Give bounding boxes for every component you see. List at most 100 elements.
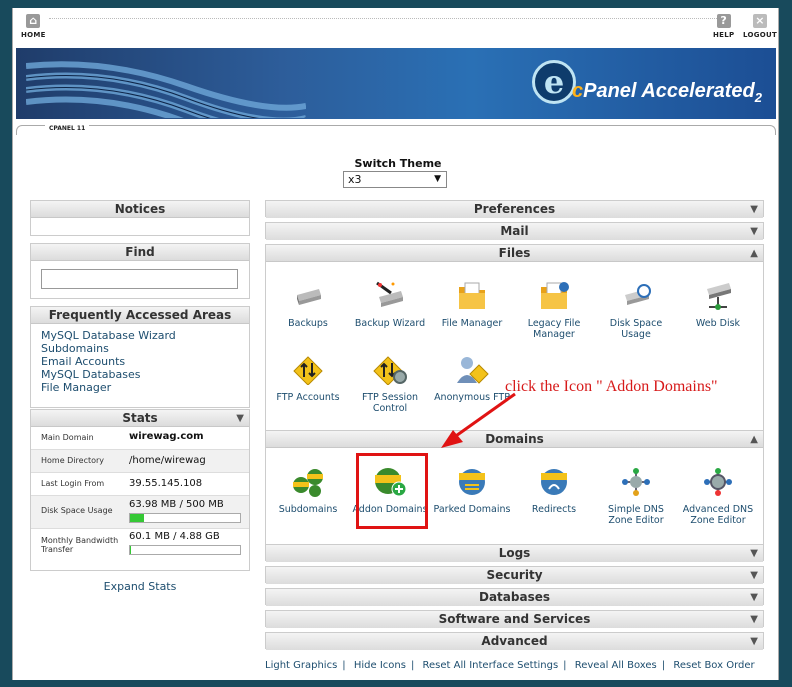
theme-label: Switch Theme: [354, 157, 442, 170]
collapse-arrow-icon: ▲: [750, 248, 758, 259]
home-icon: ⌂: [26, 14, 41, 28]
disk-usage-icon: [625, 284, 651, 305]
theme-select[interactable]: x3 ▼: [343, 171, 447, 188]
section-logs[interactable]: Logs ▼: [265, 544, 764, 562]
expand-arrow-icon: ▼: [750, 592, 758, 603]
faa-link[interactable]: MySQL Databases: [41, 368, 239, 381]
horizontal-scrollbar[interactable]: [0, 680, 792, 687]
expand-arrow-icon: ▼: [750, 204, 758, 215]
version-bar: CPANEL 11: [16, 125, 776, 135]
redirects-icon: [541, 469, 567, 495]
simple-dns-zone-editor-item[interactable]: Simple DNS Zone Editor: [595, 467, 677, 526]
notices-box: Notices: [30, 200, 250, 236]
server-cables-image: [26, 61, 306, 118]
help-link[interactable]: ? HELP: [713, 14, 734, 39]
parked-domains-item[interactable]: Parked Domains: [431, 467, 513, 515]
notices-header[interactable]: Notices: [31, 201, 249, 218]
nav-divider: [49, 18, 717, 19]
reset-settings-link[interactable]: Reset All Interface Settings: [423, 660, 559, 671]
dropdown-arrow-icon: ▼: [434, 174, 441, 184]
reveal-boxes-link[interactable]: Reveal All Boxes: [575, 660, 657, 671]
top-nav: ⌂ HOME ? HELP × LOGOUT: [13, 8, 778, 48]
disk-usage-fill: [130, 514, 145, 522]
file-manager-item[interactable]: File Manager: [431, 281, 513, 329]
section-software[interactable]: Software and Services ▼: [265, 610, 764, 628]
ftp-accounts-item[interactable]: FTP Accounts: [267, 355, 349, 403]
backup-wizard-item[interactable]: Backup Wizard: [349, 281, 431, 329]
cpanel-banner: e cPanel Accelerated2: [16, 48, 776, 119]
hide-icons-link[interactable]: Hide Icons: [354, 660, 406, 671]
dns-zone-icon: [622, 468, 650, 496]
expand-arrow-icon: ▼: [750, 548, 758, 559]
faa-list: MySQL Database Wizard Subdomains Email A…: [31, 324, 249, 399]
ftp-accounts-icon: [293, 356, 323, 386]
advanced-dns-zone-icon: [704, 468, 732, 496]
backups-item[interactable]: Backups: [267, 281, 349, 329]
stats-table: Main Domain wirewag.com Home Directory /…: [31, 427, 249, 560]
cpanel-wordmark: cPanel Accelerated2: [572, 80, 762, 105]
stats-header[interactable]: Stats ▼: [31, 410, 249, 427]
version-label: CPANEL 11: [45, 125, 90, 132]
expand-stats-link[interactable]: Expand Stats: [30, 580, 250, 593]
disk-space-usage-item[interactable]: Disk Space Usage: [595, 281, 677, 340]
home-link[interactable]: ⌂ HOME: [21, 14, 46, 39]
section-security[interactable]: Security ▼: [265, 566, 764, 584]
expand-arrow-icon: ▼: [750, 614, 758, 625]
disk-usage-bar: [129, 513, 241, 523]
expand-arrow-icon: ▼: [750, 226, 758, 237]
section-databases[interactable]: Databases ▼: [265, 588, 764, 606]
ftp-session-icon: [373, 356, 407, 386]
subdomains-icon: [293, 469, 323, 497]
legacy-file-manager-item[interactable]: Legacy File Manager: [513, 281, 595, 340]
close-icon: ×: [753, 14, 768, 28]
hard-drive-icon: [297, 289, 321, 305]
expand-arrow-icon: ▼: [750, 570, 758, 581]
find-header[interactable]: Find: [31, 244, 249, 261]
find-input[interactable]: [41, 269, 238, 289]
section-preferences[interactable]: Preferences ▼: [265, 200, 764, 218]
addon-domains-highlight: [356, 453, 428, 529]
collapse-arrow-icon[interactable]: ▼: [236, 410, 244, 427]
annotation-text: click the Icon " Addon Domains": [505, 378, 718, 395]
theme-switcher: Switch Theme x3 ▼: [343, 157, 453, 188]
section-mail[interactable]: Mail ▼: [265, 222, 764, 240]
web-disk-icon: [707, 283, 731, 310]
ftp-session-control-item[interactable]: FTP Session Control: [349, 355, 431, 414]
help-icon: ?: [716, 14, 731, 28]
legacy-folder-icon: [541, 282, 569, 309]
reset-box-order-link[interactable]: Reset Box Order: [673, 660, 754, 671]
find-box: Find: [30, 243, 250, 299]
section-advanced[interactable]: Advanced ▼: [265, 632, 764, 650]
collapse-arrow-icon: ▲: [750, 434, 758, 445]
files-header[interactable]: Files ▲: [266, 245, 763, 262]
cpanel-emblem: e: [532, 60, 576, 104]
light-graphics-link[interactable]: Light Graphics: [265, 660, 337, 671]
annotation-arrow-icon: [441, 392, 516, 448]
faa-link[interactable]: File Manager: [41, 381, 239, 394]
backup-wizard-icon: [376, 281, 403, 307]
logout-link[interactable]: × LOGOUT: [743, 14, 777, 39]
cpanel-logo: e cPanel Accelerated2: [518, 56, 762, 112]
stats-row: Last Login From 39.55.145.108: [31, 473, 249, 496]
footer-links: Light Graphics | Hide Icons | Reset All In…: [265, 660, 755, 671]
parked-domains-icon: [459, 469, 485, 495]
anonymous-ftp-icon: [457, 357, 489, 384]
subdomains-item[interactable]: Subdomains: [267, 467, 349, 515]
advanced-dns-zone-editor-item[interactable]: Advanced DNS Zone Editor: [677, 467, 759, 526]
faa-header[interactable]: Frequently Accessed Areas: [31, 307, 249, 324]
frequently-accessed-box: Frequently Accessed Areas MySQL Database…: [30, 306, 250, 408]
bandwidth-usage-bar: [129, 545, 241, 555]
bandwidth-usage-fill: [130, 546, 132, 554]
faa-link[interactable]: MySQL Database Wizard: [41, 329, 239, 342]
stats-row: Disk Space Usage 63.98 MB / 500 MB: [31, 496, 249, 529]
stats-row: Main Domain wirewag.com: [31, 427, 249, 450]
stats-row: Home Directory /home/wirewag: [31, 450, 249, 473]
faa-link[interactable]: Subdomains: [41, 342, 239, 355]
faa-link[interactable]: Email Accounts: [41, 355, 239, 368]
web-disk-item[interactable]: Web Disk: [677, 281, 759, 329]
folder-icon: [459, 282, 485, 309]
stats-box: Stats ▼ Main Domain wirewag.com Home Dire…: [30, 409, 250, 571]
expand-arrow-icon: ▼: [750, 636, 758, 647]
cpanel-window: ⌂ HOME ? HELP × LOGOUT e cPanel Accelera…: [12, 8, 779, 687]
redirects-item[interactable]: Redirects: [513, 467, 595, 515]
